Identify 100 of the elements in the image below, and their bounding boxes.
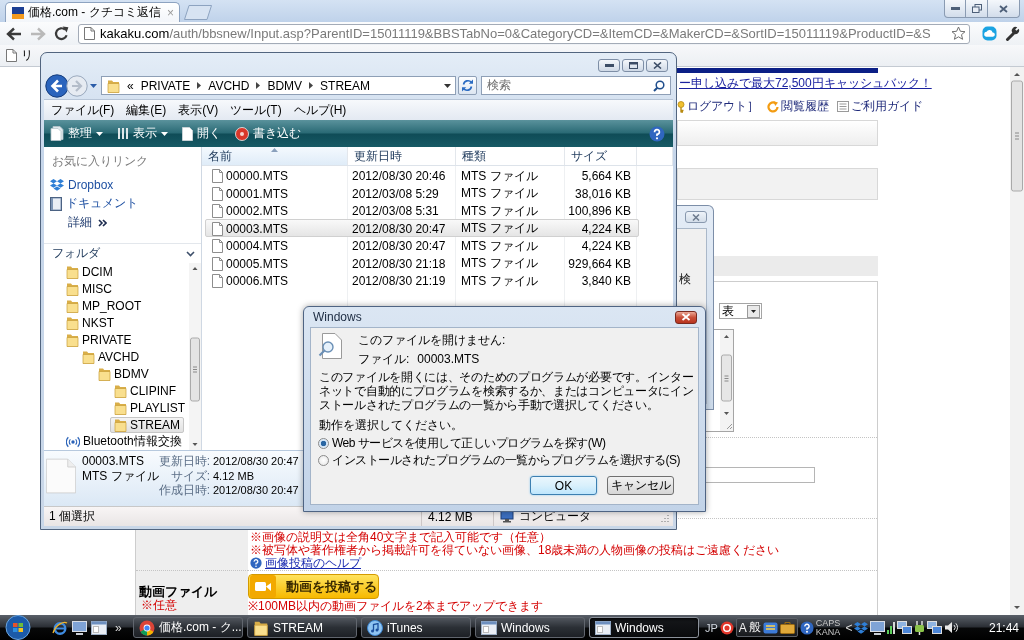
file-row[interactable]: 00001.MTS 2012/03/08 5:29 MTS ファイル 38,016 KB (205, 184, 639, 202)
show-hidden-icons-button[interactable]: < (845, 620, 853, 635)
file-row[interactable]: 00000.MTS 2012/08/30 20:46 MTS ファイル 5,664 KB (205, 166, 639, 184)
more-link[interactable]: 詳細 (68, 213, 107, 232)
toolbar-button[interactable]: 開く (181, 125, 222, 142)
breadcrumb-item[interactable]: AVCHD (208, 78, 250, 93)
tree-item[interactable]: MP_ROOT (62, 297, 146, 314)
menu-item[interactable]: 表示(V) (175, 101, 222, 119)
tree-item[interactable]: CLIPINF (110, 382, 180, 399)
favorite-link[interactable]: Dropbox (50, 175, 114, 194)
network-icon[interactable] (927, 621, 943, 634)
toolbar-button[interactable]: 表示 (116, 125, 169, 142)
tree-item[interactable]: AVCHD (78, 348, 144, 365)
refresh-button[interactable] (458, 76, 477, 95)
tree-item[interactable]: STREAM (110, 416, 184, 433)
favorite-link[interactable]: ドキュメント (50, 194, 138, 213)
address-field[interactable]: « PRIVATE AVCHD BDMV STREAM (101, 76, 456, 95)
breadcrumb-item[interactable]: BDMV (267, 78, 303, 93)
back-icon[interactable] (45, 73, 69, 98)
menu-item[interactable]: ツール(T) (227, 101, 285, 119)
ime-icon[interactable] (719, 620, 734, 635)
taskbar-button[interactable]: 価格.com - ク... (133, 617, 243, 638)
open-box-icon[interactable] (854, 621, 869, 634)
column-header[interactable]: 名前 (202, 147, 348, 165)
tree-item[interactable]: PRIVATE (62, 331, 136, 348)
maximize-button[interactable] (622, 59, 644, 72)
input-mode-button[interactable]: A (738, 620, 747, 635)
file-row[interactable]: 00006.MTS 2012/08/30 21:19 MTS ファイル 3,840 KB (205, 271, 639, 289)
breadcrumb-overflow[interactable]: « (127, 78, 134, 93)
column-header[interactable]: サイズ (565, 147, 637, 165)
close-button[interactable] (646, 59, 668, 72)
dropdown-select[interactable]: 表 (719, 303, 762, 319)
taskbar-button[interactable]: Windows (475, 617, 585, 638)
file-row[interactable]: 00005.MTS 2012/08/30 21:18 MTS ファイル 929,664 KB (205, 254, 639, 272)
menu-item[interactable]: ヘルプ(H) (290, 101, 350, 119)
header-link[interactable]: ログアウト］ (677, 98, 759, 115)
toolbox-icon[interactable] (779, 621, 795, 634)
taskbar-button[interactable]: iTunes (361, 617, 471, 638)
browser-tab[interactable]: 価格.com - クチコミ返信 × (5, 2, 180, 22)
ime-pad-icon[interactable] (762, 620, 778, 635)
close-button[interactable] (988, 0, 1020, 18)
back-icon[interactable] (6, 26, 22, 41)
header-link[interactable]: ご利用ガイド (837, 98, 923, 115)
start-button[interactable] (4, 615, 32, 640)
restore-button[interactable] (966, 0, 988, 18)
header-link[interactable]: 閲覧履歴 (767, 98, 829, 115)
close-button[interactable] (675, 310, 697, 324)
tree-item[interactable]: BDMV (94, 365, 153, 382)
wrench-icon[interactable] (1005, 26, 1020, 41)
scrollbar[interactable] (720, 330, 733, 431)
taskbar-button[interactable]: Windows (589, 617, 699, 638)
tree-item[interactable]: PLAYLIST (110, 399, 190, 416)
radio-option[interactable]: Web サービスを使用して正しいプログラムを探す(W) (318, 436, 606, 450)
dialog-button[interactable]: OK (530, 476, 597, 495)
dialog-button[interactable]: キャンセル (607, 476, 674, 495)
minimize-button[interactable] (598, 59, 620, 72)
conversion-mode-button[interactable]: 般 (748, 619, 761, 636)
tree-item[interactable]: MISC (62, 280, 116, 297)
volume-icon[interactable] (944, 621, 959, 634)
bookmark-item[interactable]: リ (6, 47, 33, 64)
radio-button[interactable] (318, 437, 329, 449)
upload-video-button[interactable]: 動画を投稿する (248, 574, 379, 599)
search-field[interactable]: 検索 (481, 76, 671, 95)
caret-icon[interactable] (444, 83, 451, 88)
file-row[interactable]: 00002.MTS 2012/03/08 5:31 MTS ファイル 100,896 KB (205, 201, 639, 219)
radio-option[interactable]: インストールされたプログラムの一覧からプログラムを選択する(S) (318, 453, 680, 467)
tree-item[interactable]: NKST (62, 314, 118, 331)
promo-link[interactable]: ー申し込みで最大72,500円キャッシュバック！ (679, 76, 932, 90)
signal-icon[interactable] (887, 621, 896, 634)
tree-item[interactable]: Bluetooth情報交換 (62, 433, 186, 450)
file-row[interactable]: 00003.MTS 2012/08/30 20:47 MTS ファイル 4,224 KB (205, 219, 639, 237)
monitor-icon[interactable] (870, 620, 886, 635)
address-bar[interactable]: kakaku.com/auth/bbsnew/Input.asp?ParentID=15011119&BBSTabNo=0&CategoryCD=&ItemCD=&MakerCD=&SortID=15011119&ProductID=&S (78, 23, 970, 44)
menu-item[interactable]: 編集(E) (123, 101, 170, 119)
cloud-icon[interactable] (982, 26, 997, 41)
scrollbar[interactable] (189, 263, 201, 450)
network-icon[interactable] (897, 621, 913, 634)
help-link[interactable]: 画像投稿のヘルプ (265, 556, 361, 570)
minimize-button[interactable] (944, 0, 966, 18)
more-button[interactable]: » (115, 620, 122, 635)
help-icon[interactable] (799, 620, 814, 635)
window-icon[interactable] (91, 620, 107, 635)
help-icon[interactable] (649, 125, 665, 142)
scrollbar[interactable] (1010, 67, 1024, 615)
tree-item[interactable]: DCIM (62, 263, 117, 280)
bookmark-star-icon[interactable] (951, 26, 966, 41)
browser-icon[interactable] (52, 619, 68, 636)
taskbar-button[interactable]: STREAM (247, 617, 357, 638)
column-header[interactable]: 種類 (456, 147, 565, 165)
toolbar-button[interactable]: 書き込む (234, 125, 302, 142)
chevron-icon[interactable] (186, 250, 195, 257)
toolbar-button[interactable]: 整理 (49, 125, 104, 142)
language-indicator[interactable]: JP (705, 621, 718, 634)
file-row[interactable]: 00004.MTS 2012/08/30 20:47 MTS ファイル 4,224 KB (205, 236, 639, 254)
menu-item[interactable]: ファイル(F) (48, 101, 118, 119)
column-header[interactable]: 更新日時 (348, 147, 456, 165)
breadcrumb-item[interactable]: PRIVATE (140, 78, 191, 93)
reload-icon[interactable] (54, 26, 69, 41)
breadcrumb-item[interactable]: STREAM (320, 78, 371, 93)
monitor-icon[interactable] (72, 620, 87, 635)
